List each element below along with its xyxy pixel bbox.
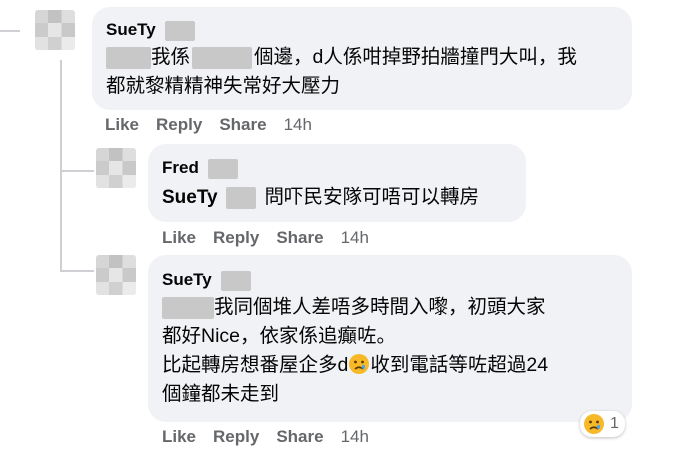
timestamp[interactable]: 14h [341,427,369,446]
reply-button[interactable]: Reply [213,427,259,446]
reaction-summary[interactable]: 1 [580,411,625,437]
redacted-text [192,46,253,69]
redacted-text [162,296,214,319]
share-button[interactable]: Share [219,115,266,134]
thread-line [60,170,94,172]
comment-author[interactable]: Fred [162,158,238,179]
thread-line [60,270,94,272]
reaction-count: 1 [610,415,619,432]
comment-bubble: Fred SueTy 問吓民安隊可唔可以轉房 [148,144,526,222]
mention-link[interactable]: SueTy [162,187,218,208]
thread-line [60,60,62,272]
redacted-text [106,46,151,69]
like-button[interactable]: Like [105,115,139,134]
sad-face-icon [349,354,370,374]
avatar[interactable] [96,255,136,295]
redacted-name [164,20,195,41]
comment-bubble: SueTy 我係 個邊，d人係咁掉野拍牆撞門大叫，我 都就黎精精神失常好大壓力 [92,7,632,110]
redacted-name [220,270,251,291]
comment-actions: Like Reply Share 14h [105,115,329,135]
author-name[interactable]: SueTy [162,270,212,289]
like-button[interactable]: Like [162,427,196,446]
comment-text: 我係 個邊，d人係咁掉野拍牆撞門大叫，我 都就黎精精神失常好大壓力 [106,46,577,97]
thread-line [0,30,20,32]
avatar[interactable] [35,10,75,50]
share-button[interactable]: Share [276,427,323,446]
comment-author[interactable]: SueTy [106,20,195,41]
reply-button[interactable]: Reply [213,228,259,247]
sad-face-icon [584,414,604,434]
avatar[interactable] [96,148,136,188]
like-button[interactable]: Like [162,228,196,247]
share-button[interactable]: Share [276,228,323,247]
timestamp[interactable]: 14h [341,228,369,247]
timestamp[interactable]: 14h [284,115,312,134]
reply-button[interactable]: Reply [156,115,202,134]
redacted-text [226,186,257,209]
comment-author[interactable]: SueTy [162,270,251,291]
comment-text: 我同個堆人差唔多時間入嚟，初頭大家 都好Nice，依家係追癲咗。 比起轉房想番屋… [162,296,549,405]
author-name[interactable]: Fred [162,158,199,177]
author-name[interactable]: SueTy [106,20,156,39]
comment-text: SueTy 問吓民安隊可唔可以轉房 [162,186,479,209]
comment-bubble: SueTy 我同個堆人差唔多時間入嚟，初頭大家 都好Nice，依家係追癲咗。 比… [148,255,632,422]
comment-actions: Like Reply Share 14h [162,228,386,248]
redacted-name [207,158,238,179]
comment-actions: Like Reply Share 14h [162,427,386,447]
